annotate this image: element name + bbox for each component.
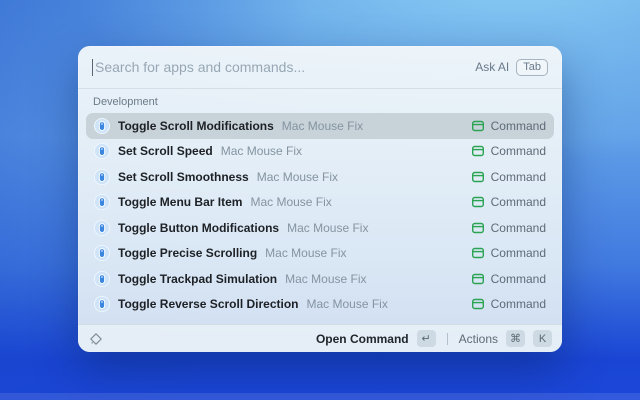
command-title: Toggle Precise Scrolling bbox=[118, 246, 257, 260]
command-type-label: Command bbox=[491, 246, 546, 260]
mac-mouse-fix-app-icon bbox=[94, 271, 110, 287]
mac-mouse-fix-app-icon bbox=[94, 194, 110, 210]
command-type-icon bbox=[471, 297, 485, 311]
search-input[interactable] bbox=[95, 59, 475, 75]
actions-button[interactable]: Actions bbox=[459, 332, 498, 346]
list-item[interactable]: Toggle Scroll Modifications Mac Mouse Fi… bbox=[86, 113, 554, 139]
mac-mouse-fix-app-icon bbox=[94, 143, 110, 159]
command-title: Toggle Scroll Modifications bbox=[118, 119, 274, 133]
raycast-logo-icon bbox=[88, 330, 106, 348]
list-item[interactable]: Toggle Trackpad Simulation Mac Mouse Fix… bbox=[86, 266, 554, 292]
list-item[interactable]: Toggle Reverse Scroll Direction Mac Mous… bbox=[86, 292, 554, 318]
text-caret bbox=[92, 59, 93, 76]
command-type-label: Command bbox=[491, 297, 546, 311]
mac-mouse-fix-app-icon bbox=[94, 169, 110, 185]
command-type-label: Command bbox=[491, 144, 546, 158]
command-subtitle: Mac Mouse Fix bbox=[287, 221, 368, 235]
return-key-badge[interactable]: ↵ bbox=[417, 330, 436, 347]
action-bar: Open Command ↵ Actions ⌘ K bbox=[78, 324, 562, 352]
command-type-icon bbox=[471, 119, 485, 133]
open-command-button[interactable]: Open Command bbox=[316, 332, 409, 346]
footer-divider bbox=[447, 333, 448, 345]
list-item[interactable]: Set Scroll Smoothness Mac Mouse Fix Comm… bbox=[86, 164, 554, 190]
command-type-label: Command bbox=[491, 195, 546, 209]
desktop-wallpaper: Ask AI Tab Development Toggle Scroll Mod… bbox=[0, 0, 640, 400]
ask-ai-label[interactable]: Ask AI bbox=[475, 60, 509, 74]
section-header-development: Development bbox=[86, 89, 554, 113]
command-type-icon bbox=[471, 195, 485, 209]
command-type-label: Command bbox=[491, 272, 546, 286]
command-type-label: Command bbox=[491, 119, 546, 133]
mac-mouse-fix-app-icon bbox=[94, 296, 110, 312]
command-title: Toggle Button Modifications bbox=[118, 221, 279, 235]
command-subtitle: Mac Mouse Fix bbox=[221, 144, 302, 158]
mac-mouse-fix-app-icon bbox=[94, 245, 110, 261]
command-subtitle: Mac Mouse Fix bbox=[307, 297, 388, 311]
command-type-label: Command bbox=[491, 170, 546, 184]
command-subtitle: Mac Mouse Fix bbox=[282, 119, 363, 133]
command-subtitle: Mac Mouse Fix bbox=[250, 195, 331, 209]
results-list: Development Toggle Scroll Modifications … bbox=[78, 89, 562, 325]
command-type-icon bbox=[471, 144, 485, 158]
command-type-icon bbox=[471, 221, 485, 235]
command-title: Toggle Reverse Scroll Direction bbox=[118, 297, 299, 311]
search-bar: Ask AI Tab bbox=[78, 46, 562, 88]
command-type-icon bbox=[471, 246, 485, 260]
launcher-window: Ask AI Tab Development Toggle Scroll Mod… bbox=[78, 46, 562, 352]
tab-key-badge[interactable]: Tab bbox=[516, 59, 548, 76]
list-item[interactable]: Toggle Button Modifications Mac Mouse Fi… bbox=[86, 215, 554, 241]
list-item[interactable]: Set Scroll Speed Mac Mouse Fix Command bbox=[86, 139, 554, 165]
list-item[interactable]: Toggle Precise Scrolling Mac Mouse Fix C… bbox=[86, 241, 554, 267]
command-type-icon bbox=[471, 170, 485, 184]
command-subtitle: Mac Mouse Fix bbox=[285, 272, 366, 286]
cmd-key-badge[interactable]: ⌘ bbox=[506, 330, 525, 347]
command-title: Set Scroll Speed bbox=[118, 144, 213, 158]
command-subtitle: Mac Mouse Fix bbox=[257, 170, 338, 184]
command-title: Toggle Trackpad Simulation bbox=[118, 272, 277, 286]
command-subtitle: Mac Mouse Fix bbox=[265, 246, 346, 260]
command-title: Set Scroll Smoothness bbox=[118, 170, 249, 184]
mac-mouse-fix-app-icon bbox=[94, 220, 110, 236]
mac-mouse-fix-app-icon bbox=[94, 118, 110, 134]
list-item[interactable]: Toggle Menu Bar Item Mac Mouse Fix Comma… bbox=[86, 190, 554, 216]
k-key-badge[interactable]: K bbox=[533, 330, 552, 347]
command-type-label: Command bbox=[491, 221, 546, 235]
command-type-icon bbox=[471, 272, 485, 286]
command-title: Toggle Menu Bar Item bbox=[118, 195, 242, 209]
